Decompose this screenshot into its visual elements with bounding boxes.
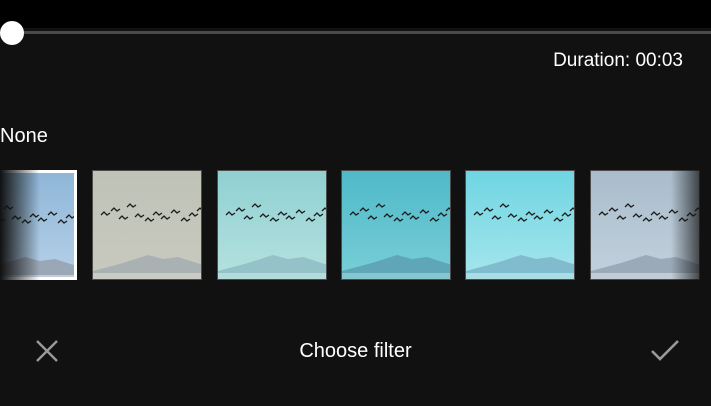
filter-thumbnail[interactable] xyxy=(465,170,575,280)
video-seek-track[interactable] xyxy=(10,31,711,34)
filter-thumbnail[interactable] xyxy=(590,170,700,280)
thumbnail-image xyxy=(591,171,699,279)
checkmark-icon xyxy=(651,340,679,361)
filter-thumbnail[interactable] xyxy=(217,170,327,280)
screen-title: Choose filter xyxy=(299,340,412,362)
duration-label: Duration: 00:03 xyxy=(553,50,683,71)
status-bar xyxy=(0,0,711,28)
filter-thumbnail[interactable] xyxy=(0,170,77,280)
filter-thumbnail[interactable] xyxy=(341,170,451,280)
current-filter-name: None xyxy=(0,125,48,147)
filter-thumbnail[interactable] xyxy=(92,170,202,280)
thumbnail-image xyxy=(0,173,74,277)
video-seek-handle[interactable] xyxy=(0,21,24,45)
confirm-button[interactable] xyxy=(647,333,683,369)
thumbnail-image xyxy=(218,171,326,279)
thumbnail-image xyxy=(466,171,574,279)
thumbnail-image xyxy=(93,171,201,279)
filter-thumbnail-strip[interactable] xyxy=(0,170,711,282)
thumbnail-image xyxy=(342,171,450,279)
